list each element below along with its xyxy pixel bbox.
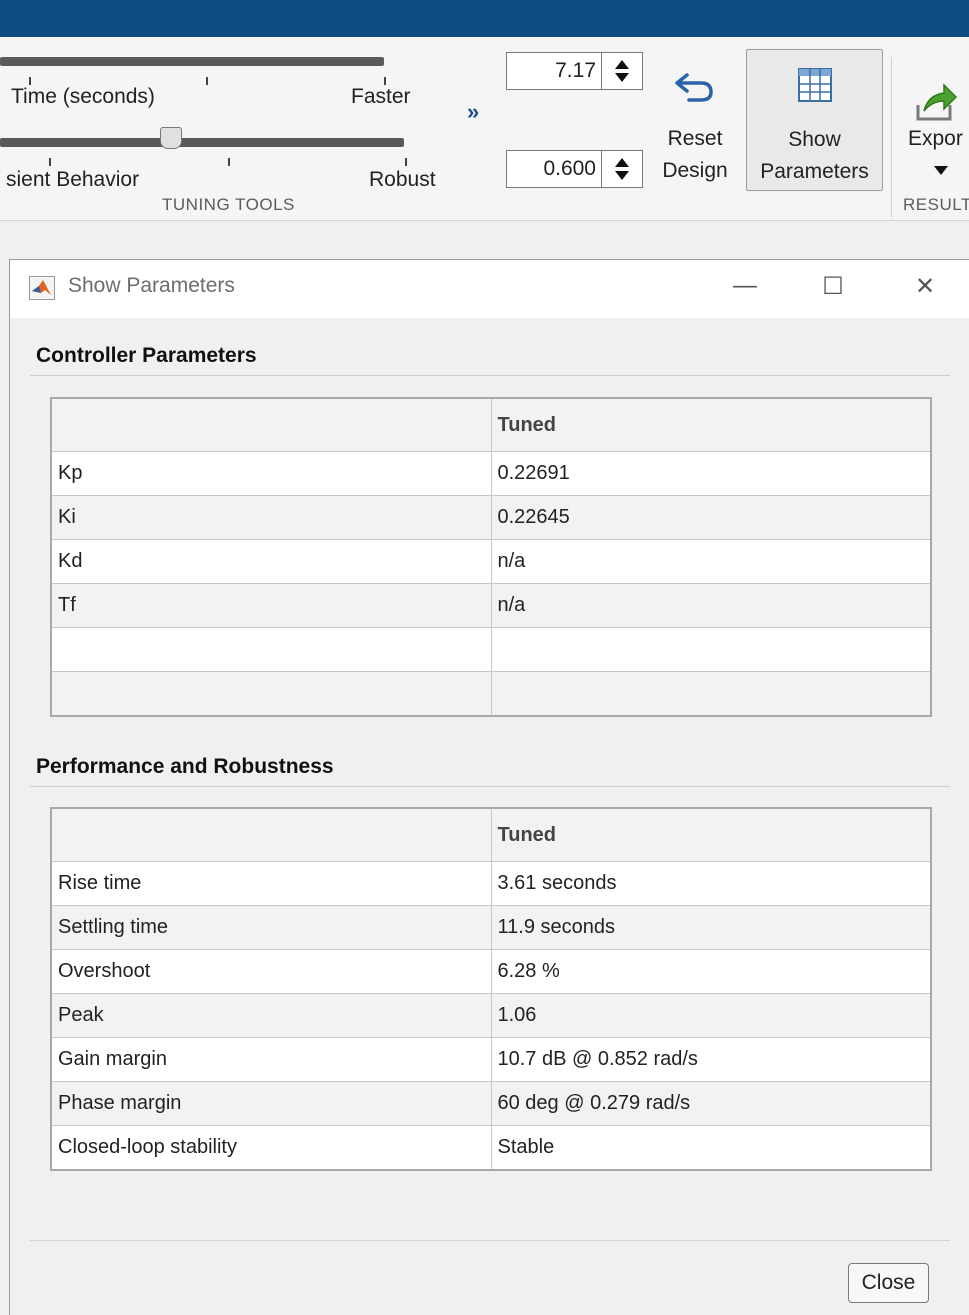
spin-down-icon[interactable] [615,171,629,180]
table-row: Kp 0.22691 [50,451,932,496]
transient-behavior-left-label: sient Behavior [6,168,140,191]
dialog-title: Show Parameters [68,274,235,297]
close-button[interactable]: Close [848,1263,929,1303]
table-row: Peak 1.06 [50,993,932,1038]
performance-robustness-heading: Performance and Robustness [36,755,334,778]
undo-icon [675,73,713,102]
response-time-value[interactable]: 7.17 [507,53,601,89]
metric-name-cell: Phase margin [50,1081,492,1126]
group-divider [30,786,950,787]
parameter-value-cell [490,671,932,717]
reset-design-label-line1: Reset [667,127,723,150]
parameter-name-cell: Tf [50,583,492,628]
slider-thumb[interactable] [160,127,182,149]
parameter-value-cell: 0.22691 [490,451,932,496]
table-row: Overshoot 6.28 % [50,949,932,994]
table-row: Ki 0.22645 [50,495,932,540]
response-time-spinner[interactable]: 7.17 [506,52,643,90]
metric-value-cell: 1.06 [490,993,932,1038]
metric-name-cell: Gain margin [50,1037,492,1082]
slider-tick [206,77,208,85]
slider-tick [29,77,31,85]
metric-value-cell: 10.7 dB @ 0.852 rad/s [490,1037,932,1082]
table-row: Kd n/a [50,539,932,584]
metric-name-cell: Overshoot [50,949,492,994]
spin-up-icon[interactable] [615,158,629,167]
footer-divider [30,1240,950,1241]
double-chevron-right-icon[interactable]: » [467,99,479,125]
parameter-name-cell [50,627,492,672]
controller-parameters-table: Tuned Kp 0.22691 Ki 0.22645 Kd n/a Tf n/… [50,397,932,717]
metric-name-cell: Peak [50,993,492,1038]
metric-value-cell: Stable [490,1125,932,1171]
show-parameters-dialog: Show Parameters — ☐ ✕ Controller Paramet… [9,259,969,1315]
controller-parameters-heading: Controller Parameters [36,344,257,367]
table-row: Closed-loop stability Stable [50,1125,932,1171]
dialog-title-bar[interactable]: Show Parameters — ☐ ✕ [10,260,969,318]
table-header-cell: Tuned [490,397,932,452]
parameter-value-cell: n/a [490,583,932,628]
slider-tick [384,77,386,85]
table-row: Gain margin 10.7 dB @ 0.852 rad/s [50,1037,932,1082]
table-header-row: Tuned [50,807,932,862]
reset-design-button[interactable]: Reset Design [652,57,738,207]
tuning-tools-section-label: TUNING TOOLS [162,195,295,214]
metric-value-cell: 6.28 % [490,949,932,994]
slider-tick [49,158,51,166]
parameter-value-cell: 0.22645 [490,495,932,540]
export-icon [916,83,958,121]
transient-behavior-spinner[interactable]: 0.600 [506,150,643,188]
table-row: Rise time 3.61 seconds [50,861,932,906]
metric-name-cell: Rise time [50,861,492,906]
slider-tick [228,158,230,166]
table-row: Phase margin 60 deg @ 0.279 rad/s [50,1081,932,1126]
response-time-slider[interactable] [0,57,384,66]
spin-up-icon[interactable] [615,60,629,69]
response-time-left-label: Time (seconds) [11,85,155,108]
ribbon-toolstrip: Time (seconds) Faster sient Behavior Rob… [0,37,969,221]
parameter-name-cell: Kd [50,539,492,584]
reset-design-label-line2: Design [662,159,728,182]
caret-down-icon[interactable] [934,166,948,175]
slider-tick [405,158,407,166]
metric-value-cell: 11.9 seconds [490,905,932,950]
table-icon [798,68,832,102]
metric-name-cell: Closed-loop stability [50,1125,492,1171]
transient-behavior-slider[interactable] [0,138,404,147]
show-parameters-label-line1: Show [788,128,841,151]
spin-down-icon[interactable] [615,73,629,82]
table-row: Settling time 11.9 seconds [50,905,932,950]
table-header-cell [50,397,492,452]
parameter-name-cell: Ki [50,495,492,540]
table-row: Tf n/a [50,583,932,628]
parameter-value-cell [490,627,932,672]
table-row [50,671,932,717]
metric-name-cell: Settling time [50,905,492,950]
response-time-right-label: Faster [351,85,411,108]
show-parameters-button[interactable]: Show Parameters [746,49,883,191]
metric-value-cell: 60 deg @ 0.279 rad/s [490,1081,932,1126]
results-section-label: RESULT [903,195,969,214]
parameter-name-cell: Kp [50,451,492,496]
close-icon[interactable]: ✕ [907,272,943,301]
show-parameters-label-line2: Parameters [760,160,869,183]
export-label: Expor [908,127,963,150]
transient-behavior-value[interactable]: 0.600 [507,151,601,187]
matlab-icon [29,276,55,300]
table-row [50,627,932,672]
app-title-bar [0,0,969,37]
transient-behavior-right-label: Robust [369,168,436,191]
maximize-icon[interactable]: ☐ [815,272,851,301]
table-header-row: Tuned [50,397,932,452]
minimize-icon[interactable]: — [727,272,763,300]
section-divider [891,57,892,217]
performance-robustness-table: Tuned Rise time 3.61 seconds Settling ti… [50,807,932,1171]
parameter-name-cell [50,671,492,717]
table-header-cell: Tuned [490,807,932,862]
parameter-value-cell: n/a [490,539,932,584]
group-divider [30,375,950,376]
metric-value-cell: 3.61 seconds [490,861,932,906]
table-header-cell [50,807,492,862]
